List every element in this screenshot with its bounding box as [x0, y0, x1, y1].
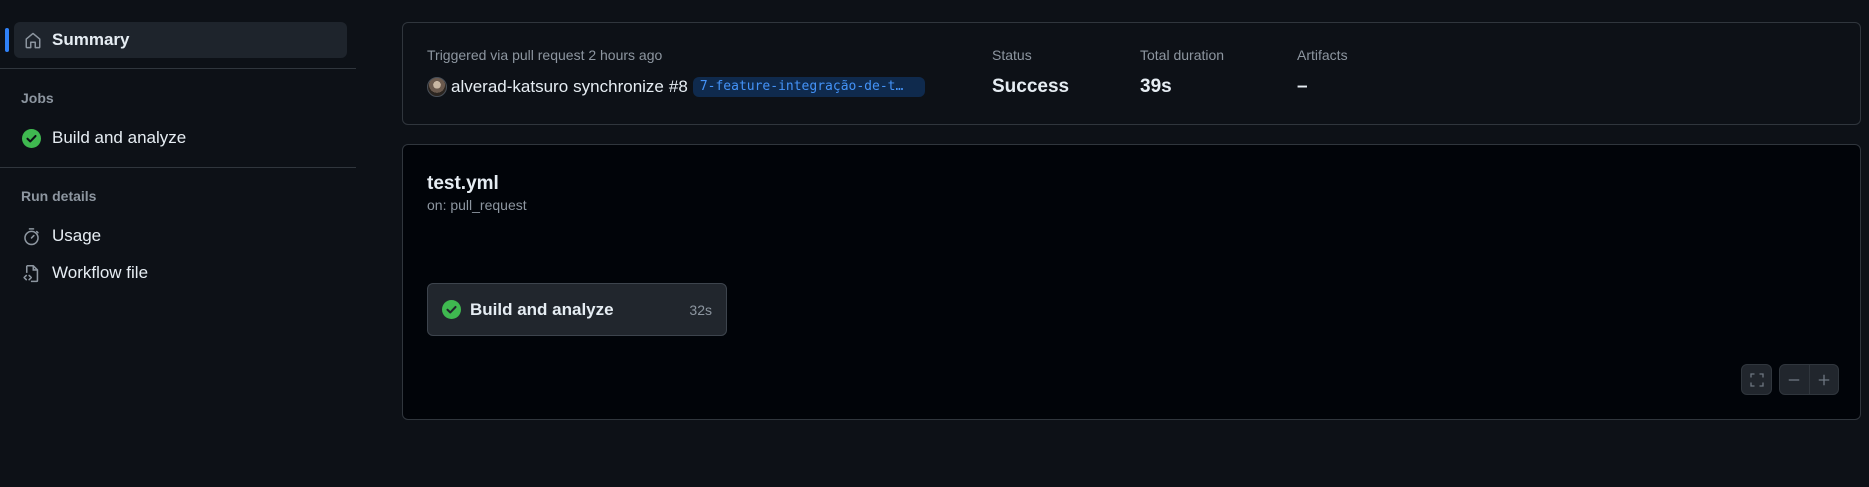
- event-name: synchronize: [573, 77, 664, 96]
- status-label: Status: [992, 47, 1032, 63]
- workflow-graph-card: test.yml on: pull_request Build and anal…: [402, 144, 1861, 420]
- artifacts-value: –: [1297, 76, 1308, 97]
- check-circle-icon: [22, 128, 41, 148]
- branch-label[interactable]: 7-feature-integração-de-t…: [692, 77, 925, 97]
- avatar[interactable]: [427, 77, 447, 97]
- run-details-heading: Run details: [21, 188, 97, 204]
- status-value: Success: [992, 76, 1070, 97]
- duration-label: Total duration: [1140, 47, 1225, 63]
- workflow-trigger: on: pull_request: [427, 197, 527, 213]
- fullscreen-button[interactable]: [1741, 364, 1772, 395]
- pull-request-link[interactable]: #8: [669, 77, 688, 97]
- sidebar: Summary Jobs Build and analyze Run detai…: [0, 0, 356, 487]
- duration-stat: Total duration 39s: [1140, 47, 1224, 98]
- sidebar-item-label: Build and analyze: [52, 128, 187, 147]
- trigger-text: Triggered via pull request 2 hours ago: [427, 47, 663, 63]
- zoom-in-button[interactable]: [1810, 365, 1839, 394]
- sidebar-item-label: Usage: [52, 226, 102, 245]
- job-node-build-and-analyze[interactable]: Build and analyze 32s: [427, 283, 727, 336]
- artifacts-stat: Artifacts –: [1297, 47, 1348, 98]
- sidebar-item-workflow-file[interactable]: Workflow file: [14, 256, 347, 290]
- run-summary-card: Triggered via pull request 2 hours ago a…: [402, 22, 1861, 125]
- artifacts-label: Artifacts: [1297, 47, 1348, 63]
- minus-icon: [1787, 373, 1801, 387]
- job-duration: 32s: [689, 301, 712, 318]
- sidebar-item-label: Workflow file: [52, 263, 149, 282]
- home-icon: [24, 31, 42, 49]
- plus-icon: [1817, 373, 1831, 387]
- duration-value[interactable]: 39s: [1140, 76, 1224, 98]
- sidebar-item-summary[interactable]: Summary: [5, 22, 347, 58]
- sidebar-divider: [0, 68, 356, 69]
- file-code-icon: [22, 264, 41, 283]
- active-indicator: [5, 28, 9, 52]
- jobs-heading: Jobs: [21, 90, 54, 106]
- status-stat: Status Success: [992, 47, 1069, 98]
- sidebar-divider: [0, 167, 356, 168]
- zoom-controls: [1779, 364, 1839, 395]
- stopwatch-icon: [22, 227, 41, 246]
- fullscreen-icon: [1749, 372, 1765, 388]
- workflow-run-page: Summary Jobs Build and analyze Run detai…: [0, 0, 1869, 487]
- trigger-details: alverad-katsuro synchronize #8 7-feature…: [427, 76, 925, 98]
- check-circle-icon: [442, 300, 461, 319]
- workflow-name: test.yml: [427, 173, 499, 194]
- sidebar-item-build-and-analyze[interactable]: Build and analyze: [14, 121, 347, 155]
- actor-link[interactable]: alverad-katsuro: [451, 77, 568, 97]
- sidebar-item-label: Summary: [52, 30, 130, 49]
- zoom-out-button[interactable]: [1780, 365, 1809, 394]
- job-label: Build and analyze: [470, 299, 614, 319]
- sidebar-item-usage[interactable]: Usage: [14, 219, 347, 253]
